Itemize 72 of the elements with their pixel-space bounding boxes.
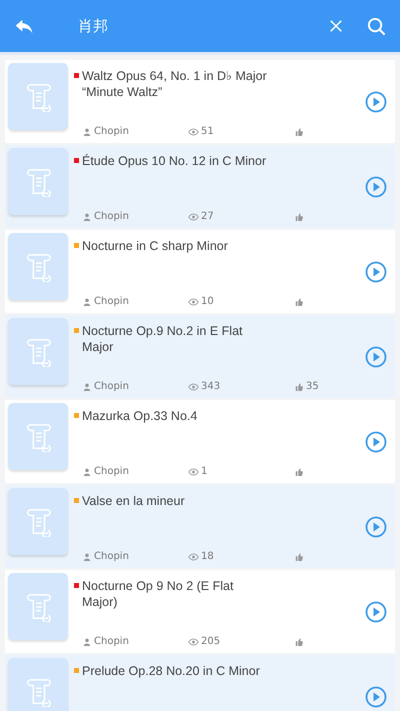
eye-icon	[188, 212, 199, 220]
eye-icon	[188, 638, 199, 646]
scroll-icon	[24, 82, 52, 112]
scroll-icon	[24, 252, 52, 282]
view-count: 1	[201, 466, 208, 477]
scroll-icon	[24, 336, 52, 366]
scroll-icon	[24, 422, 52, 452]
composer-name: Chopin	[94, 466, 129, 477]
piece-title: Valse en la mineur	[82, 493, 185, 509]
piece-row[interactable]: Waltz Opus 64, No. 1 in D♭ Major “Minute Waltz” Chopin 51	[5, 60, 395, 143]
thumbs-up-icon	[295, 298, 303, 306]
composer-name: Chopin	[94, 381, 129, 392]
person-icon	[83, 468, 91, 476]
piece-row[interactable]: Nocturne Op 9 No 2 (E Flat Major) Chopin 205	[5, 570, 395, 653]
view-count: 343	[201, 381, 220, 392]
piece-row[interactable]: Étude Opus 10 No. 12 in C Minor Chopin 27	[5, 145, 395, 228]
person-icon	[83, 638, 91, 646]
scroll-icon	[24, 506, 52, 536]
thumbs-up-icon	[295, 468, 303, 476]
scroll-icon	[24, 592, 52, 622]
view-count: 18	[201, 551, 214, 562]
play-icon[interactable]	[365, 90, 387, 112]
view-count: 205	[201, 636, 220, 647]
piece-row[interactable]: Nocturne in C sharp Minor Chopin 10	[5, 230, 395, 313]
eye-icon	[188, 298, 199, 306]
piece-row[interactable]: Valse en la mineur Chopin 18	[5, 485, 395, 568]
eye-icon	[188, 468, 199, 476]
person-icon	[83, 212, 91, 220]
search-icon[interactable]	[367, 16, 386, 36]
view-count: 27	[201, 211, 214, 222]
thumbs-up-icon	[295, 552, 303, 560]
play-icon[interactable]	[365, 346, 387, 368]
person-icon	[83, 128, 91, 136]
piece-row[interactable]: Mazurka Op.33 No.4 Chopin 1	[5, 400, 395, 483]
person-icon	[83, 552, 91, 560]
piece-title: Nocturne in C sharp Minor	[82, 238, 228, 254]
thumbs-up-icon	[295, 212, 303, 220]
composer-name: Chopin	[94, 126, 129, 137]
piece-title: Étude Opus 10 No. 12 in C Minor	[82, 153, 266, 169]
composer-name: Chopin	[94, 636, 129, 647]
close-icon[interactable]	[329, 19, 343, 33]
piece-title: Prelude Op.28 No.20 in C Minor	[82, 663, 260, 679]
eye-icon	[188, 128, 199, 136]
piece-title: Nocturne Op.9 No.2 in E Flat Major	[82, 323, 242, 355]
person-icon	[83, 382, 91, 390]
piece-row[interactable]: Prelude Op.28 No.20 in C Minor	[5, 655, 395, 711]
thumbs-up-icon	[295, 382, 303, 390]
composer-name: Chopin	[94, 296, 129, 307]
back-icon[interactable]	[14, 18, 34, 34]
play-icon[interactable]	[365, 686, 387, 708]
view-count: 10	[201, 296, 214, 307]
person-icon	[83, 298, 91, 306]
thumbs-up-icon	[295, 128, 303, 136]
eye-icon	[188, 552, 199, 560]
view-count: 51	[201, 126, 214, 137]
play-icon[interactable]	[365, 430, 387, 452]
scroll-icon	[24, 166, 52, 196]
piece-title: Mazurka Op.33 No.4	[82, 408, 198, 424]
composer-name: Chopin	[94, 551, 129, 562]
piece-row[interactable]: Nocturne Op.9 No.2 in E Flat Major Chopin 343 35	[5, 315, 395, 398]
play-icon[interactable]	[365, 516, 387, 538]
play-icon[interactable]	[365, 176, 387, 198]
piece-title: Waltz Opus 64, No. 1 in D♭ Major “Minute Waltz”	[82, 68, 267, 100]
piece-title: Nocturne Op 9 No 2 (E Flat Major)	[82, 578, 234, 610]
like-count: 35	[306, 381, 319, 392]
scroll-icon	[24, 676, 52, 706]
play-icon[interactable]	[365, 600, 387, 622]
page-title: 肖邦	[78, 16, 109, 36]
composer-name: Chopin	[94, 211, 129, 222]
eye-icon	[188, 382, 199, 390]
play-icon[interactable]	[365, 260, 387, 282]
thumbs-up-icon	[295, 638, 303, 646]
